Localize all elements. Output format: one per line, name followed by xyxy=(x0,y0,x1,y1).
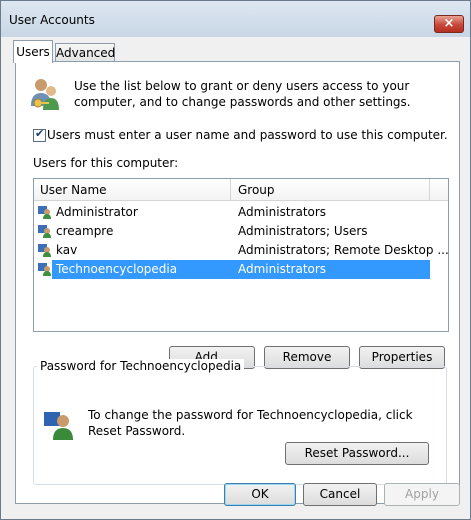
list-item[interactable]: kav Administrators; Remote Desktop ... xyxy=(34,241,449,260)
user-name: kav xyxy=(56,243,78,257)
column-header-user-name[interactable]: User Name xyxy=(40,183,107,197)
tab-advanced[interactable]: Advanced xyxy=(55,43,115,62)
user-accounts-window: User Accounts × Users Advanced Use the l… xyxy=(0,0,471,520)
user-password-icon xyxy=(44,412,73,440)
list-item[interactable]: Administrator Administrators xyxy=(34,203,448,222)
window-title: User Accounts xyxy=(9,13,95,27)
user-name: Technoencyclopedia xyxy=(56,262,178,276)
user-name: creampre xyxy=(56,224,114,238)
user-account-icon xyxy=(38,244,51,257)
list-header: User Name Group xyxy=(34,179,448,201)
user-group: Administrators; Remote Desktop ... xyxy=(238,243,449,257)
user-account-icon xyxy=(38,225,51,238)
title-bar[interactable]: User Accounts × xyxy=(1,1,470,37)
close-button[interactable]: × xyxy=(434,15,464,33)
close-icon: × xyxy=(443,16,455,31)
require-password-label[interactable]: Users must enter a user name and passwor… xyxy=(47,128,448,142)
users-tab-panel: Use the list below to grant or deny user… xyxy=(15,61,460,504)
tab-users[interactable]: Users xyxy=(13,40,53,63)
dialog-client-area: Users Advanced Use the list below to gra… xyxy=(5,37,465,517)
intro-text: Use the list below to grant or deny user… xyxy=(74,79,411,109)
cancel-button[interactable]: Cancel xyxy=(303,483,377,506)
column-divider[interactable] xyxy=(230,179,231,200)
checkmark-icon: ✔ xyxy=(35,127,45,140)
column-header-group[interactable]: Group xyxy=(238,183,275,197)
ok-button[interactable]: OK xyxy=(224,483,296,506)
apply-button[interactable]: Apply xyxy=(384,483,460,506)
users-list-label: Users for this computer: xyxy=(33,156,179,170)
user-account-icon xyxy=(38,206,51,219)
user-group: Administrators xyxy=(238,205,327,219)
user-name: Administrator xyxy=(56,205,138,219)
user-account-icon xyxy=(38,263,51,276)
user-group: Administrators; Users xyxy=(238,224,368,238)
reset-password-button[interactable]: Reset Password... xyxy=(285,442,429,465)
users-list[interactable]: User Name Group Administrator Administra… xyxy=(33,178,449,332)
list-item[interactable]: creampre Administrators; Users xyxy=(34,222,448,241)
column-divider[interactable] xyxy=(429,179,430,200)
users-icon xyxy=(31,79,59,110)
password-group-title: Password for Technoencyclopedia xyxy=(37,359,245,373)
require-password-checkbox[interactable]: ✔ xyxy=(33,127,46,142)
list-item-selected[interactable]: Technoencyclopedia Administrators xyxy=(34,260,448,279)
user-group: Administrators xyxy=(238,262,327,276)
password-instructions: To change the password for Technoencyclo… xyxy=(88,408,413,438)
